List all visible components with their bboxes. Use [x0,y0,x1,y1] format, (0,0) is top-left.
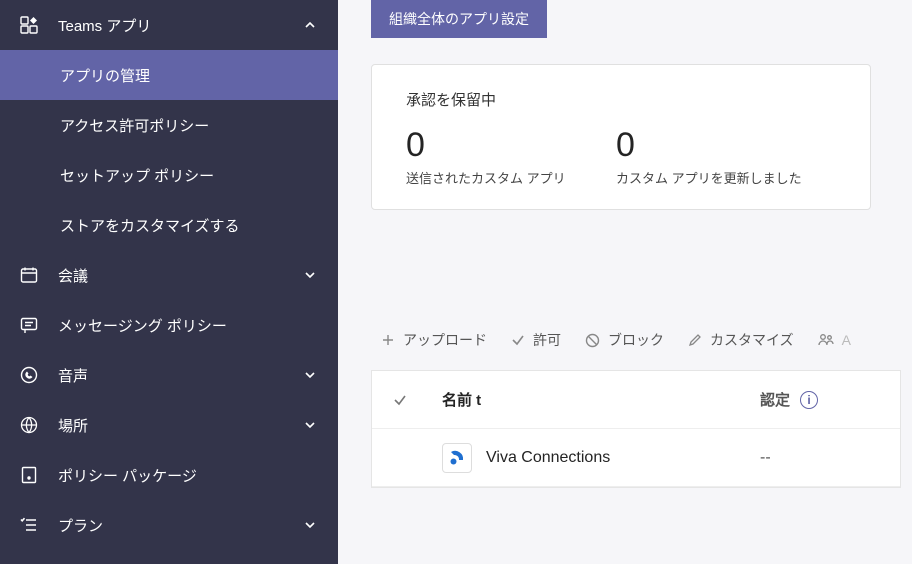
sidebar-sub-permission-policies[interactable]: アクセス許可ポリシー [0,100,338,150]
select-all-checkbox[interactable] [392,392,442,408]
info-icon[interactable]: i [800,391,818,409]
button-label: ブロック [608,330,664,350]
pending-approval-card: 承認を保留中 0 送信されたカスタム アプリ 0 カスタム アプリを更新しました [371,64,871,210]
sidebar-item-label: ポリシー パッケージ [58,465,320,486]
column-label: 名前 t [442,389,481,410]
block-icon [585,333,600,348]
sidebar-sub-label: セットアップ ポリシー [60,165,214,186]
column-label: 認定 [760,389,790,410]
upload-button[interactable]: アップロード [371,324,497,356]
main-content: 組織全体のアプリ設定 承認を保留中 0 送信されたカスタム アプリ 0 カスタム… [338,0,912,564]
sidebar-sub-label: ストアをカスタマイズする [60,215,240,236]
phone-icon [18,364,40,386]
pencil-icon [688,333,702,347]
sidebar-item-label: Teams アプリ [58,15,300,36]
sidebar-item-locations[interactable]: 場所 [0,400,338,450]
chevron-up-icon [300,15,320,35]
card-col-submitted: 0 送信されたカスタム アプリ [406,128,616,187]
plus-icon [381,333,395,347]
sidebar-item-teams-apps[interactable]: Teams アプリ [0,0,338,50]
column-header-certification[interactable]: 認定 i [760,389,900,410]
apps-toolbar: アップロード 許可 ブロック カスタマイズ [371,324,861,356]
stat-number: 0 [406,128,616,162]
sidebar-item-label: メッセージング ポリシー [58,315,320,336]
calendar-icon [18,264,40,286]
card-col-updated: 0 カスタム アプリを更新しました [616,128,826,187]
column-header-name[interactable]: 名前 t [442,389,760,410]
certification-value: -- [760,449,771,467]
sidebar-item-messaging-policies[interactable]: メッセージング ポリシー [0,300,338,350]
sidebar-sub-label: アクセス許可ポリシー [60,115,209,136]
block-button[interactable]: ブロック [575,324,674,356]
stat-number: 0 [616,128,826,162]
app-icon-viva-connections [442,443,472,473]
customize-button[interactable]: カスタマイズ [678,324,804,356]
chevron-down-icon [300,365,320,385]
sidebar-sub-label: アプリの管理 [60,65,150,86]
apps-table: 名前 t 認定 i Viva Connections -- [371,370,901,488]
apps-icon [18,14,40,36]
button-label: アップロード [403,330,487,350]
chevron-down-icon [300,515,320,535]
sidebar-item-policy-packages[interactable]: ポリシー パッケージ [0,450,338,500]
sidebar-sub-customize-store[interactable]: ストアをカスタマイズする [0,200,338,250]
check-icon [511,333,525,347]
sidebar-item-planning[interactable]: プラン [0,500,338,550]
add-button[interactable]: A [808,326,861,354]
sidebar-item-label: 音声 [58,365,300,386]
people-icon [818,333,834,347]
sidebar-sub-manage-apps[interactable]: アプリの管理 [0,50,338,100]
sidebar-sub-setup-policies[interactable]: セットアップ ポリシー [0,150,338,200]
table-row[interactable]: Viva Connections -- [372,429,900,487]
button-label: カスタマイズ [710,330,794,350]
sidebar-item-label: プラン [58,515,300,536]
globe-icon [18,414,40,436]
card-title: 承認を保留中 [406,89,836,128]
chevron-down-icon [300,415,320,435]
allow-button[interactable]: 許可 [501,324,571,356]
chevron-down-icon [300,265,320,285]
package-icon [18,464,40,486]
sidebar-item-voice[interactable]: 音声 [0,350,338,400]
checklist-icon [18,514,40,536]
stat-label: カスタム アプリを更新しました [616,168,826,187]
sidebar: Teams アプリ アプリの管理 アクセス許可ポリシー セットアップ ポリシー … [0,0,338,564]
stat-label: 送信されたカスタム アプリ [406,168,616,187]
chat-icon [18,314,40,336]
sidebar-item-meetings[interactable]: 会議 [0,250,338,300]
table-header-row: 名前 t 認定 i [372,371,900,429]
app-name: Viva Connections [486,449,610,467]
sidebar-item-label: 場所 [58,415,300,436]
org-wide-app-settings-button[interactable]: 組織全体のアプリ設定 [371,0,547,38]
button-label: A [842,332,851,348]
sidebar-item-label: 会議 [58,265,300,286]
button-label: 許可 [533,330,561,350]
